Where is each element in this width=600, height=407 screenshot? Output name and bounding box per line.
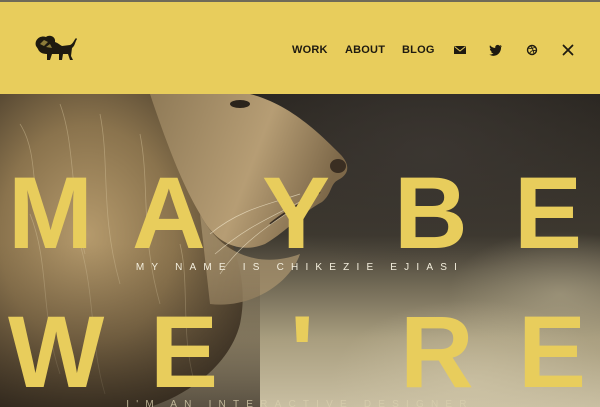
headline-letter: ' <box>290 295 315 407</box>
page: WORK ABOUT BLOG M A Y B E MY NAME IS CHI… <box>0 0 600 407</box>
headline-letter: E <box>514 156 583 270</box>
intro-subtitle: MY NAME IS CHIKEZIE EJIASI <box>135 262 465 273</box>
headline-letter: M <box>8 156 93 270</box>
intro-subtitle-next: I'M AN INTERACTIVE DESIGNER <box>126 399 474 407</box>
main-nav: WORK ABOUT BLOG <box>0 42 600 58</box>
twitter-icon[interactable] <box>489 44 503 56</box>
headline-letter: W <box>8 295 105 407</box>
headline-letter: Y <box>262 156 331 270</box>
headline-letter: E <box>150 295 219 407</box>
headline-letter: B <box>394 156 468 270</box>
headline-letter: R <box>400 295 474 407</box>
close-icon[interactable] <box>561 44 575 56</box>
headline-letter: E <box>518 295 587 407</box>
nav-about-link[interactable]: ABOUT <box>345 42 385 58</box>
site-header: WORK ABOUT BLOG <box>0 0 600 94</box>
headline-letter: A <box>132 156 206 270</box>
nav-work-link[interactable]: WORK <box>292 42 328 58</box>
dribbble-icon[interactable] <box>525 44 539 56</box>
hero-section: M A Y B E MY NAME IS CHIKEZIE EJIASI W E… <box>0 94 600 407</box>
email-icon[interactable] <box>453 44 467 56</box>
nav-blog-link[interactable]: BLOG <box>402 42 435 58</box>
